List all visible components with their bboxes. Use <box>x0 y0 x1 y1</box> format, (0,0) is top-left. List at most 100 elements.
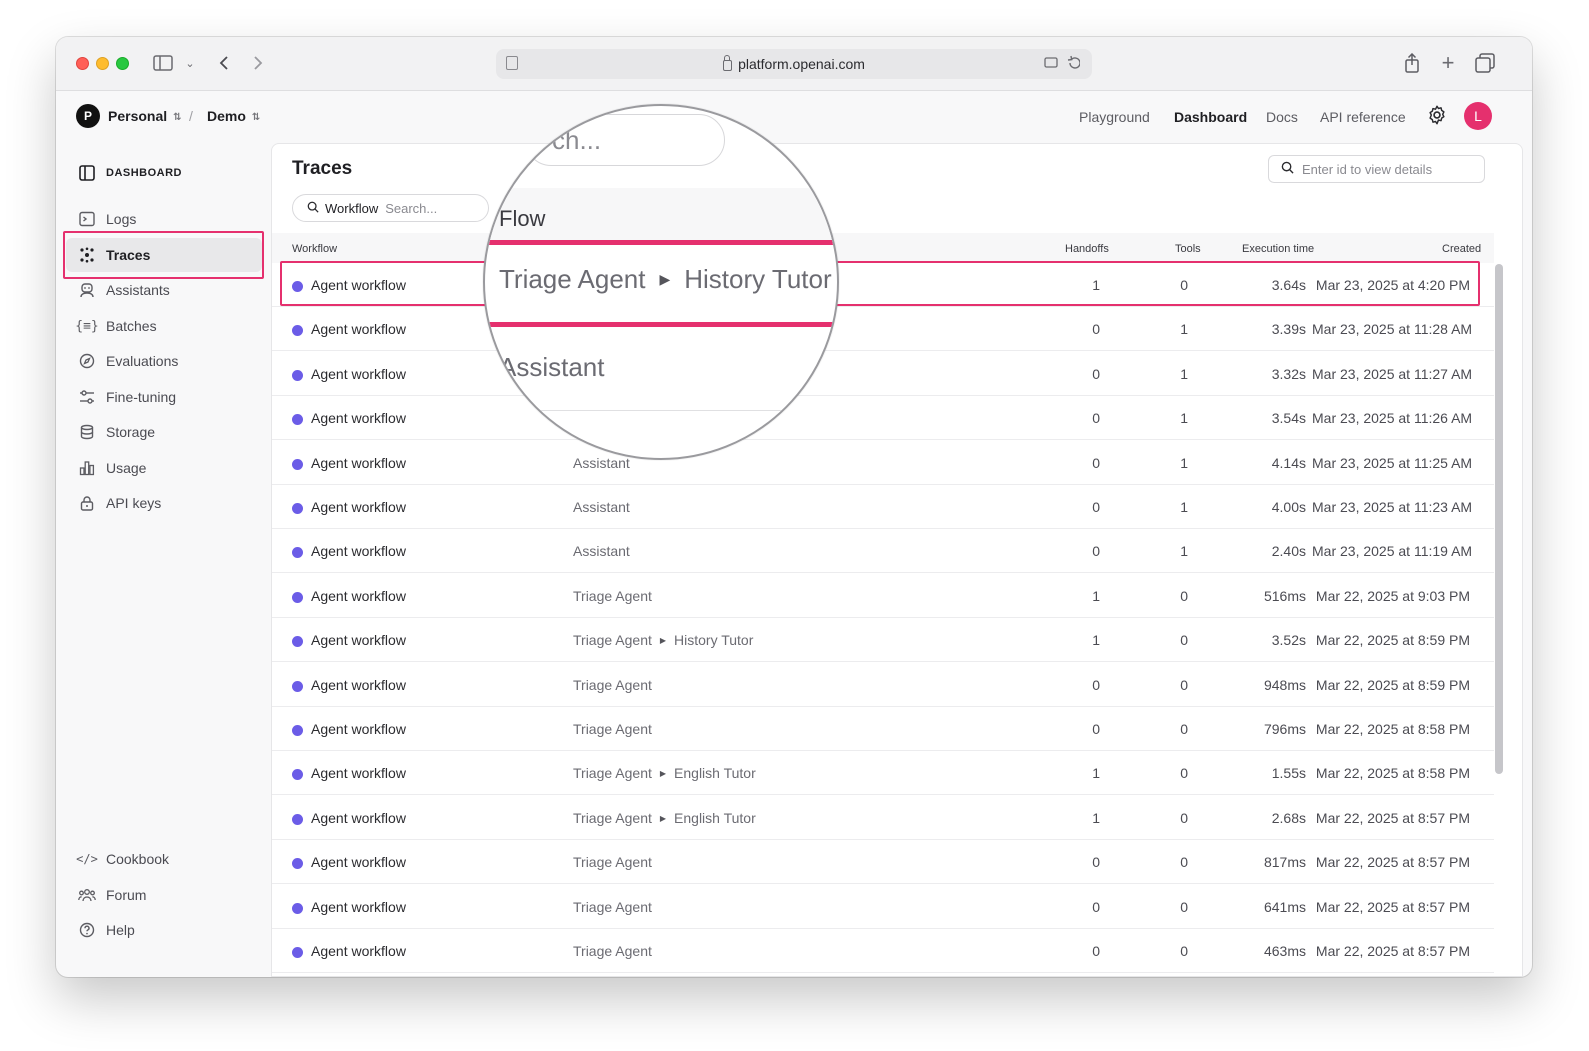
workflow-cell: Agent workflow <box>311 321 406 338</box>
tools-cell: 0 <box>1180 854 1188 871</box>
flow-step: Triage Agent <box>573 854 652 871</box>
workflow-filter[interactable]: Workflow Search... <box>292 194 489 222</box>
nav-api-reference[interactable]: API reference <box>1320 109 1406 125</box>
nav-playground[interactable]: Playground <box>1079 109 1150 125</box>
execution-time-cell: 1.55s <box>1271 765 1306 782</box>
help-icon <box>78 921 96 939</box>
share-icon[interactable] <box>1402 51 1422 75</box>
gear-icon[interactable] <box>1426 104 1448 126</box>
page-settings-icon[interactable] <box>506 56 518 70</box>
created-cell: Mar 22, 2025 at 8:59 PM <box>1315 676 1470 693</box>
column-header-workflow[interactable]: Workflow <box>292 243 337 255</box>
back-arrow-icon[interactable] <box>214 51 234 75</box>
table-row[interactable]: Agent workflow Triage Agent 0 0 796ms Mar 22,… <box>272 707 1494 751</box>
flow-cell: Triage Agent <box>573 943 652 959</box>
sidebar-item-batches[interactable]: {≡} Batches <box>66 309 262 343</box>
workflow-cell: Agent workflow <box>311 499 406 515</box>
search-icon <box>307 201 319 216</box>
highlight-box <box>280 261 1480 306</box>
close-window-button[interactable] <box>76 57 89 70</box>
minimize-window-button[interactable] <box>96 57 109 70</box>
created-cell: Mar 22, 2025 at 8:58 PM <box>1315 765 1470 782</box>
table-row[interactable]: Agent workflow Assistant 0 1 2.40s Mar 23, 20… <box>272 529 1494 574</box>
workflow-cell: Agent workflow <box>311 587 406 604</box>
table-row[interactable]: Agent workflowAssistant013.54sMar 23, 20… <box>272 396 1494 441</box>
sidebar-item-label: API keys <box>106 495 162 511</box>
sidebar-header-label: DASHBOARD <box>106 167 182 179</box>
breadcrumb-separator: / <box>189 108 193 124</box>
sidebar-item-help[interactable]: Help <box>66 913 262 947</box>
tools-cell: 1 <box>1180 543 1188 560</box>
table-row[interactable]: Agent workflow Triage Agent ▶ English Tutor… <box>272 751 1494 796</box>
sidebar-item-evaluations[interactable]: Evaluations <box>66 344 262 378</box>
sidebar-item-fine-tuning[interactable]: Fine-tuning <box>66 380 262 414</box>
table-row[interactable]: Agent workflowAssistant013.39sMar 23, 20… <box>272 307 1494 352</box>
org-switcher[interactable]: Personal ⇅ <box>108 108 182 124</box>
maximize-window-button[interactable] <box>116 57 129 70</box>
execution-time-cell: 3.32s <box>1271 365 1306 382</box>
reload-icon[interactable] <box>1044 54 1081 75</box>
table-row[interactable]: Agent workflow Triage Agent ▶ History Tutor… <box>272 618 1494 663</box>
flow-step: Triage Agent <box>573 765 652 782</box>
execution-time-cell: 4.14s <box>1271 454 1306 471</box>
project-switcher[interactable]: Demo ⇅ <box>207 108 260 124</box>
caret-right-icon: ▶ <box>659 813 667 823</box>
sidebar-header[interactable]: DASHBOARD <box>78 163 182 183</box>
magnified-column-header: Flow <box>499 206 546 231</box>
new-tab-icon[interactable]: + <box>1438 50 1458 75</box>
column-header-handoffs[interactable]: Handoffs <box>1065 243 1109 255</box>
people-icon <box>78 886 96 904</box>
scrollbar-thumb[interactable] <box>1495 264 1503 774</box>
table-row[interactable]: Agent workflow Triage Agent 0 0 948ms Mar 22,… <box>272 663 1494 707</box>
table-row[interactable]: Agent workflow Triage Agent 0 0 817ms Mar 22,… <box>272 840 1494 885</box>
org-avatar[interactable]: P <box>76 104 100 128</box>
forward-arrow-icon[interactable] <box>248 51 268 75</box>
handoffs-cell: 0 <box>1092 321 1100 338</box>
table-row[interactable]: Agent workflow Triage Agent 0 0 463ms Mar 22,… <box>272 929 1494 973</box>
tab-overview-icon[interactable] <box>1474 51 1496 75</box>
table-row[interactable]: Agent workflow Assistant 0 1 4.00s Mar 23, 20… <box>272 485 1494 529</box>
nav-dashboard[interactable]: Dashboard <box>1174 109 1247 125</box>
sidebar-item-usage[interactable]: Usage <box>66 451 262 485</box>
sidebar-item-label: Storage <box>106 424 156 440</box>
column-header-tools[interactable]: Tools <box>1175 243 1201 255</box>
status-dot <box>292 902 303 914</box>
database-icon <box>78 423 96 441</box>
execution-time-cell: 463ms <box>1263 943 1306 959</box>
trace-id-search-input[interactable]: Enter id to view details <box>1268 155 1485 183</box>
execution-time-cell: 2.68s <box>1271 809 1306 826</box>
status-dot <box>292 636 303 648</box>
workflow-cell: Agent workflow <box>311 365 406 382</box>
address-bar[interactable]: platform.openai.com <box>496 49 1092 79</box>
table-row[interactable]: Agent workflow Assistant 0 1 3.32s Mar 23, 20… <box>272 352 1494 396</box>
handoffs-cell: 1 <box>1092 632 1100 649</box>
table-row[interactable]: Agent workflow Triage Agent ▶ English Tutor… <box>272 796 1494 840</box>
chevron-down-icon[interactable]: ⌄ <box>184 51 196 75</box>
execution-time-cell: 3.52s <box>1271 632 1306 649</box>
status-dot <box>292 414 303 426</box>
column-header-created[interactable]: Created <box>1442 243 1481 255</box>
sidebar-item-storage[interactable]: Storage <box>66 415 262 449</box>
sidebar-item-api-keys[interactable]: API keys <box>66 486 262 520</box>
flow-cell: Triage Agent <box>573 899 652 915</box>
execution-time-cell: 641ms <box>1263 898 1306 915</box>
tools-cell: 1 <box>1180 365 1188 382</box>
tools-cell: 0 <box>1180 587 1188 604</box>
sidebar-toggle-icon[interactable] <box>152 51 174 75</box>
user-avatar[interactable]: L <box>1464 102 1492 130</box>
sidebar-item-label: Help <box>106 922 135 938</box>
created-cell: Mar 22, 2025 at 8:57 PM <box>1315 809 1470 826</box>
table-row[interactable]: Agent workflow Assistant 0 1 4.14s Mar 23, 20… <box>272 441 1494 485</box>
status-dot <box>292 591 303 603</box>
column-header-execution-time[interactable]: Execution time <box>1242 243 1314 255</box>
flow-step: Triage Agent <box>573 632 652 649</box>
execution-time-cell: 516ms <box>1263 587 1306 604</box>
sidebar-item-cookbook[interactable]: </> Cookbook <box>66 842 262 876</box>
tools-cell: 1 <box>1180 499 1188 515</box>
sidebar-item-forum[interactable]: Forum <box>66 878 262 912</box>
nav-docs[interactable]: Docs <box>1266 109 1298 125</box>
table-row[interactable]: Agent workflow Triage Agent 0 0 641ms Mar 22,… <box>272 885 1494 929</box>
table-row[interactable]: Agent workflow Triage Agent 1 0 516ms Mar 22,… <box>272 574 1494 618</box>
created-cell: Mar 22, 2025 at 8:59 PM <box>1315 632 1470 649</box>
braces-icon: {≡} <box>75 318 99 334</box>
